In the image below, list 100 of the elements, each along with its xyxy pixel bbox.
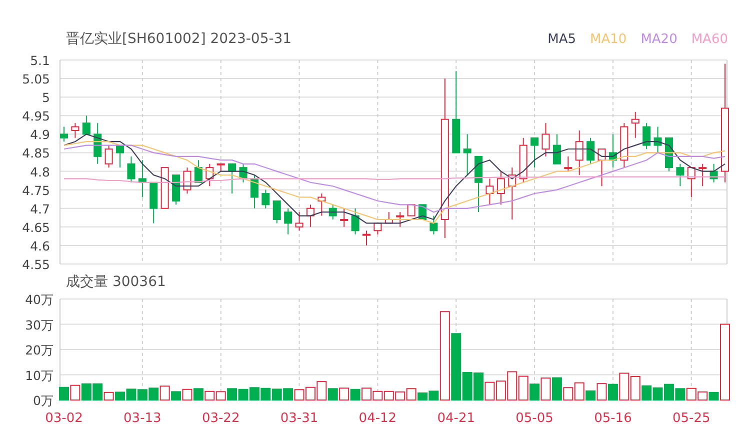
volume-bar: [204, 390, 215, 400]
date-label: 03-13: [124, 411, 162, 426]
volume-bar: [137, 389, 148, 400]
volume-bar: [126, 388, 136, 400]
candlestick: [82, 115, 90, 135]
volume-bar: [249, 387, 260, 400]
volume-bar: [227, 388, 238, 400]
axis-label: 5.1: [30, 53, 50, 68]
volume-bar: [664, 384, 674, 400]
candlestick: [374, 222, 382, 235]
date-label: 04-12: [358, 411, 397, 426]
volume-bar: [350, 388, 360, 400]
legend-label: MA20: [640, 32, 678, 46]
candlestick: [206, 163, 214, 187]
candlestick: [94, 122, 102, 164]
candlestick: [654, 126, 662, 154]
axis-label: 20万: [25, 342, 54, 358]
axis-label: 4.95: [22, 108, 50, 124]
candlestick: [272, 200, 281, 224]
volume-bar: [540, 378, 551, 400]
candlestick: [216, 163, 225, 172]
volume-bar: [652, 387, 663, 400]
axis-label: 4.75: [22, 182, 50, 198]
axis-label: 5: [42, 90, 50, 106]
candlestick: [710, 163, 718, 183]
date-label: 05-16: [594, 411, 632, 426]
candlestick: [486, 178, 494, 206]
axis-label: 4.9: [30, 127, 50, 142]
date-label: 03-22: [202, 411, 240, 426]
volume-bar: [70, 384, 80, 400]
candlestick: [631, 111, 640, 138]
candlestick: [183, 167, 192, 194]
axis-label: 4.7: [30, 201, 50, 216]
volume-bar: [59, 386, 69, 400]
candlestick: [60, 126, 68, 142]
volume-bar: [148, 388, 159, 400]
volume-bar: [193, 388, 204, 400]
candlestick: [351, 208, 360, 235]
axis-label: 5.05: [22, 72, 50, 87]
candlestick: [104, 144, 113, 168]
legend-label: MA5: [548, 32, 576, 46]
candlestick: [138, 160, 146, 198]
candlestick: [698, 163, 707, 187]
candlestick: [542, 122, 550, 157]
candlestick: [172, 174, 180, 206]
legend-label: MA60: [691, 32, 728, 46]
candlestick: [150, 182, 158, 224]
volume-bar: [238, 388, 248, 400]
candlestick: [575, 130, 584, 176]
date-label: 03-31: [280, 411, 318, 426]
volume-bar: [294, 389, 304, 400]
candlestick: [239, 163, 248, 183]
volume-bar: [698, 391, 708, 400]
candlestick: [564, 156, 572, 172]
candlestick: [362, 230, 370, 246]
candlestick: [463, 134, 472, 176]
candlestick: [474, 156, 483, 213]
candlestick: [116, 144, 124, 168]
candlestick: [340, 208, 348, 228]
date-label: 03-02: [45, 411, 83, 426]
candlestick: [228, 163, 236, 194]
axis-label: 0万: [33, 393, 54, 408]
candlestick: [328, 204, 337, 220]
axis-label: 4.55: [22, 257, 50, 270]
candlestick: [664, 137, 673, 172]
volume-bar: [395, 391, 406, 400]
axis-label: 10万: [25, 368, 54, 383]
volume-bar: [339, 388, 350, 400]
candlestick: [194, 160, 202, 183]
volume-bar: [372, 390, 383, 400]
volume-bar: [81, 383, 92, 400]
volume-bar: [686, 388, 696, 400]
candlestick: [127, 156, 136, 183]
candlestick: [160, 167, 169, 209]
legend-label: MA10: [590, 32, 627, 46]
candlestick: [250, 174, 258, 209]
candlestick: [496, 170, 505, 206]
candlestick: [519, 137, 528, 183]
candlestick: [396, 212, 404, 228]
axis-label: 30万: [25, 317, 54, 332]
candlestick: [508, 167, 516, 220]
chart-title: 晋亿实业[SH601002] 2023-05-31: [66, 30, 292, 48]
volume-bar: [384, 390, 394, 400]
axis-label: 4.85: [22, 146, 50, 161]
volume-bar: [260, 388, 271, 400]
candlestick: [552, 134, 561, 164]
candlestick: [430, 215, 438, 235]
candlestick: [407, 204, 416, 216]
candlestick: [687, 167, 696, 198]
volume-bar: [216, 391, 226, 400]
candlestick: [295, 212, 304, 232]
volume-bar: [272, 388, 282, 400]
axis-label: 4.6: [30, 238, 50, 254]
candlestick: [306, 204, 314, 228]
candlestick: [262, 189, 270, 209]
volume-bar: [283, 388, 294, 400]
volume-bar: [115, 392, 126, 400]
candlestick: [676, 163, 684, 187]
axis-label: 4.8: [30, 164, 50, 180]
candlestick: [620, 122, 628, 168]
